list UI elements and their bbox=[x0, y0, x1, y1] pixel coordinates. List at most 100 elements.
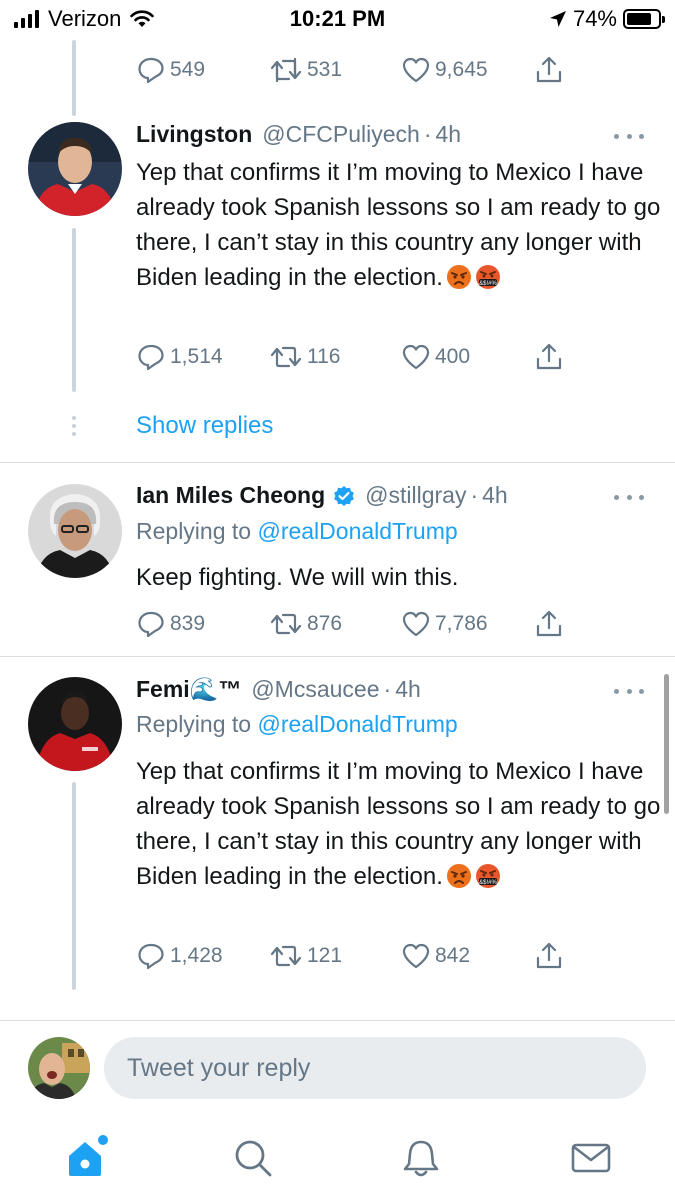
thread-line bbox=[72, 40, 76, 116]
like-count: 842 bbox=[435, 944, 471, 967]
share-button[interactable] bbox=[534, 939, 564, 973]
like-count: 9,645 bbox=[435, 58, 488, 81]
divider bbox=[0, 656, 675, 657]
retweet-count: 876 bbox=[307, 612, 343, 635]
retweet-icon bbox=[270, 613, 302, 635]
battery-percent: 74% bbox=[572, 6, 617, 31]
share-button[interactable] bbox=[534, 53, 564, 87]
battery-icon bbox=[623, 9, 665, 29]
share-button[interactable] bbox=[534, 340, 564, 374]
avatar[interactable] bbox=[28, 484, 122, 578]
thread-line bbox=[72, 782, 76, 990]
retweet-button[interactable]: 876 bbox=[269, 607, 342, 641]
retweet-count: 531 bbox=[307, 58, 343, 81]
tweet-actions: 549 531 9,645 bbox=[136, 53, 566, 87]
replying-to: Replying to @realDonaldTrump bbox=[136, 711, 458, 737]
user-avatar[interactable] bbox=[28, 1037, 90, 1099]
reply-icon bbox=[138, 611, 164, 638]
show-replies-link[interactable]: Show replies bbox=[136, 412, 273, 440]
more-options-button[interactable] bbox=[614, 492, 644, 502]
retweet-count: 116 bbox=[307, 345, 341, 368]
notifications-icon bbox=[403, 1140, 439, 1177]
author-handle[interactable]: @stillgray bbox=[365, 482, 466, 509]
author-handle[interactable]: @Mcsaucee bbox=[251, 676, 379, 703]
thread-continuation-dots bbox=[72, 416, 76, 440]
avatar-photo bbox=[28, 484, 122, 578]
share-button[interactable] bbox=[534, 607, 564, 641]
author-name[interactable]: Ian Miles Cheong bbox=[136, 482, 325, 509]
retweet-icon bbox=[270, 57, 302, 83]
avatar-photo bbox=[28, 677, 122, 771]
scrollbar[interactable] bbox=[664, 674, 669, 814]
avatar[interactable] bbox=[28, 677, 122, 771]
reply-count: 549 bbox=[170, 58, 206, 81]
tweet-header: Femi🌊™ @Mcsaucee · 4h bbox=[136, 676, 421, 703]
heart-icon bbox=[402, 57, 430, 83]
reply-button[interactable]: 549 bbox=[136, 53, 205, 87]
tweet-text: Keep fighting. We will win this. bbox=[136, 564, 459, 591]
tweet-time: 4h bbox=[482, 482, 508, 508]
tab-search[interactable] bbox=[228, 1133, 278, 1183]
reply-icon bbox=[138, 57, 164, 84]
tweet-text: Yep that confirms it I’m moving to Mexic… bbox=[136, 159, 661, 291]
like-button[interactable]: 842 bbox=[401, 939, 470, 973]
svg-text:&$!#%: &$!#% bbox=[479, 880, 497, 886]
author-handle[interactable]: @CFCPuliyech bbox=[262, 121, 420, 148]
verified-badge-icon bbox=[334, 485, 355, 506]
author-name[interactable]: Livingston bbox=[136, 121, 252, 148]
like-button[interactable]: 7,786 bbox=[401, 607, 488, 641]
search-icon bbox=[235, 1140, 272, 1177]
like-count: 7,786 bbox=[435, 612, 488, 635]
avatar-photo bbox=[28, 122, 122, 216]
avatar[interactable] bbox=[28, 122, 122, 216]
reply-button[interactable]: 839 bbox=[136, 607, 205, 641]
tweet-header: Livingston @CFCPuliyech · 4h bbox=[136, 121, 462, 148]
share-icon bbox=[536, 610, 562, 637]
replying-to: Replying to @realDonaldTrump bbox=[136, 518, 458, 544]
reply-composer bbox=[0, 1020, 675, 1115]
reply-count: 1,514 bbox=[170, 345, 223, 368]
user-avatar-photo bbox=[28, 1037, 90, 1099]
author-name[interactable]: Femi🌊™ bbox=[136, 676, 241, 703]
share-icon bbox=[536, 343, 562, 370]
svg-text:&$!#%: &$!#% bbox=[479, 281, 497, 287]
reply-icon bbox=[138, 344, 164, 371]
replying-to-link[interactable]: @realDonaldTrump bbox=[257, 518, 457, 544]
like-count: 400 bbox=[435, 345, 471, 368]
heart-icon bbox=[402, 943, 430, 969]
like-button[interactable]: 9,645 bbox=[401, 53, 488, 87]
more-options-button[interactable] bbox=[614, 131, 644, 141]
face-with-symbols-emoji: &$!#% bbox=[475, 265, 500, 289]
reply-count: 1,428 bbox=[170, 944, 223, 967]
messages-icon bbox=[571, 1143, 611, 1173]
replying-to-link[interactable]: @realDonaldTrump bbox=[257, 711, 457, 737]
retweet-icon bbox=[270, 945, 302, 967]
reply-input[interactable] bbox=[104, 1037, 646, 1099]
pouting-face-emoji bbox=[446, 265, 471, 289]
pouting-face-emoji bbox=[446, 864, 471, 888]
like-button[interactable]: 400 bbox=[401, 340, 470, 374]
tab-messages[interactable] bbox=[566, 1133, 616, 1183]
divider bbox=[0, 462, 675, 463]
tweet-time: 4h bbox=[435, 121, 462, 147]
retweet-button[interactable]: 531 bbox=[269, 53, 342, 87]
tweet-actions: 839 876 7,786 bbox=[136, 607, 566, 641]
heart-icon bbox=[402, 611, 430, 637]
reply-button[interactable]: 1,428 bbox=[136, 939, 223, 973]
retweet-button[interactable]: 121 bbox=[269, 939, 342, 973]
reply-count: 839 bbox=[170, 612, 206, 635]
face-with-symbols-emoji: &$!#% bbox=[475, 864, 500, 888]
tweet-header: Ian Miles Cheong @stillgray · 4h bbox=[136, 482, 508, 509]
tab-bar bbox=[0, 1115, 675, 1200]
tab-home[interactable] bbox=[60, 1133, 110, 1183]
tweet-actions: 1,514 116 400 bbox=[136, 340, 566, 374]
tab-notifications[interactable] bbox=[396, 1133, 446, 1183]
more-options-button[interactable] bbox=[614, 686, 644, 696]
reply-button[interactable]: 1,514 bbox=[136, 340, 223, 374]
retweet-count: 121 bbox=[307, 944, 343, 967]
share-icon bbox=[536, 942, 562, 969]
heart-icon bbox=[402, 344, 430, 370]
thread-line bbox=[72, 228, 76, 392]
retweet-icon bbox=[270, 346, 302, 368]
retweet-button[interactable]: 116 bbox=[269, 340, 340, 374]
